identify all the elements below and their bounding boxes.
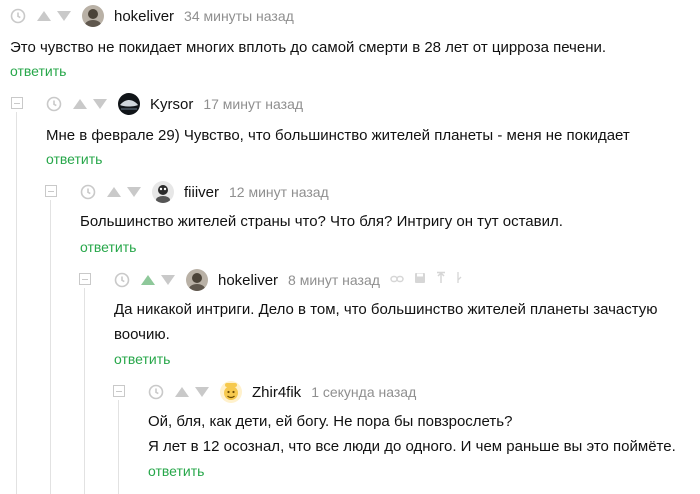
more-icon[interactable] [456, 271, 462, 289]
comment-text-line: Я лет в 12 осознал, что все люди до одно… [148, 438, 676, 455]
thread-line-level2 [50, 200, 51, 494]
comment-1: hokeliver 34 минуты назад Это чувство не… [10, 5, 700, 85]
collapse-thread-button[interactable] [113, 385, 125, 397]
comment-text-line: Мне в феврале 29) Чувство, что большинст… [46, 127, 630, 144]
save-icon[interactable] [414, 271, 426, 289]
comment-text: Да никакой интриги. Дело в том, что боль… [114, 297, 658, 347]
comment-text: Ой, бля, как дети, ей богу. Не пора бы п… [148, 409, 676, 459]
collapse-thread-button[interactable] [45, 185, 57, 197]
upvote-icon[interactable] [140, 274, 156, 286]
comment-3: fiiiver 12 минут назад Большинство жител… [80, 181, 700, 261]
pin-icon[interactable] [436, 271, 446, 289]
clock-icon[interactable] [114, 272, 130, 288]
username[interactable]: Kyrsor [150, 96, 193, 113]
timestamp[interactable]: 1 секунда назад [311, 384, 416, 400]
avatar[interactable] [118, 93, 140, 115]
comment-4: hokeliver 8 минут назад Да никакой интри… [114, 269, 700, 379]
avatar[interactable] [186, 269, 208, 291]
thread-line-level1 [16, 112, 17, 494]
thread-line-level3 [84, 288, 85, 494]
username[interactable]: Zhir4fik [252, 384, 301, 401]
reply-link[interactable]: ответить [80, 239, 136, 255]
comment-header: hokeliver 34 минуты назад [10, 5, 294, 27]
reply-link[interactable]: ответить [114, 351, 170, 367]
upvote-icon[interactable] [72, 98, 88, 110]
comment-text-line: Большинство жителей страны что? Что бля?… [80, 213, 563, 230]
comment-text: Мне в феврале 29) Чувство, что большинст… [46, 123, 630, 148]
upvote-icon[interactable] [36, 10, 52, 22]
clock-icon[interactable] [10, 8, 26, 24]
collapse-thread-button[interactable] [11, 97, 23, 109]
comment-text-line: Это чувство не покидает многих вплоть до… [10, 39, 607, 56]
avatar[interactable] [220, 381, 242, 403]
thread-line-level4 [118, 400, 119, 494]
comment-header: hokeliver 8 минут назад [114, 269, 462, 291]
timestamp[interactable]: 34 минуты назад [184, 8, 294, 24]
downvote-icon[interactable] [126, 186, 142, 198]
timestamp[interactable]: 17 минут назад [203, 96, 303, 112]
link-icon[interactable] [390, 271, 404, 289]
username[interactable]: fiiiver [184, 184, 219, 201]
timestamp[interactable]: 8 минут назад [288, 272, 380, 288]
username[interactable]: hokeliver [114, 8, 174, 25]
downvote-icon[interactable] [92, 98, 108, 110]
upvote-icon[interactable] [106, 186, 122, 198]
timestamp[interactable]: 12 минут назад [229, 184, 329, 200]
avatar[interactable] [152, 181, 174, 203]
clock-icon[interactable] [148, 384, 164, 400]
comment-text-line: Ой, бля, как дети, ей богу. Не пора бы п… [148, 413, 513, 430]
comment-tools [390, 271, 462, 289]
comment-text-line: Да никакой интриги. Дело в том, что боль… [114, 301, 658, 318]
username[interactable]: hokeliver [218, 272, 278, 289]
downvote-icon[interactable] [194, 386, 210, 398]
avatar[interactable] [82, 5, 104, 27]
reply-link[interactable]: ответить [46, 151, 102, 167]
comment-text: Это чувство не покидает многих вплоть до… [10, 35, 606, 60]
downvote-icon[interactable] [56, 10, 72, 22]
comment-text: Большинство жителей страны что? Что бля?… [80, 209, 563, 234]
upvote-icon[interactable] [174, 386, 190, 398]
comment-5: Zhir4fik 1 секунда назад Ой, бля, как де… [148, 381, 700, 491]
reply-link[interactable]: ответить [148, 463, 204, 479]
comment-header: Zhir4fik 1 секунда назад [148, 381, 416, 403]
downvote-icon[interactable] [160, 274, 176, 286]
clock-icon[interactable] [46, 96, 62, 112]
clock-icon[interactable] [80, 184, 96, 200]
comment-2: Kyrsor 17 минут назад Мне в феврале 29) … [46, 93, 700, 173]
collapse-thread-button[interactable] [79, 273, 91, 285]
comment-header: fiiiver 12 минут назад [80, 181, 329, 203]
reply-link[interactable]: ответить [10, 63, 66, 79]
comment-text-line: воочию. [114, 326, 170, 343]
comment-header: Kyrsor 17 минут назад [46, 93, 303, 115]
